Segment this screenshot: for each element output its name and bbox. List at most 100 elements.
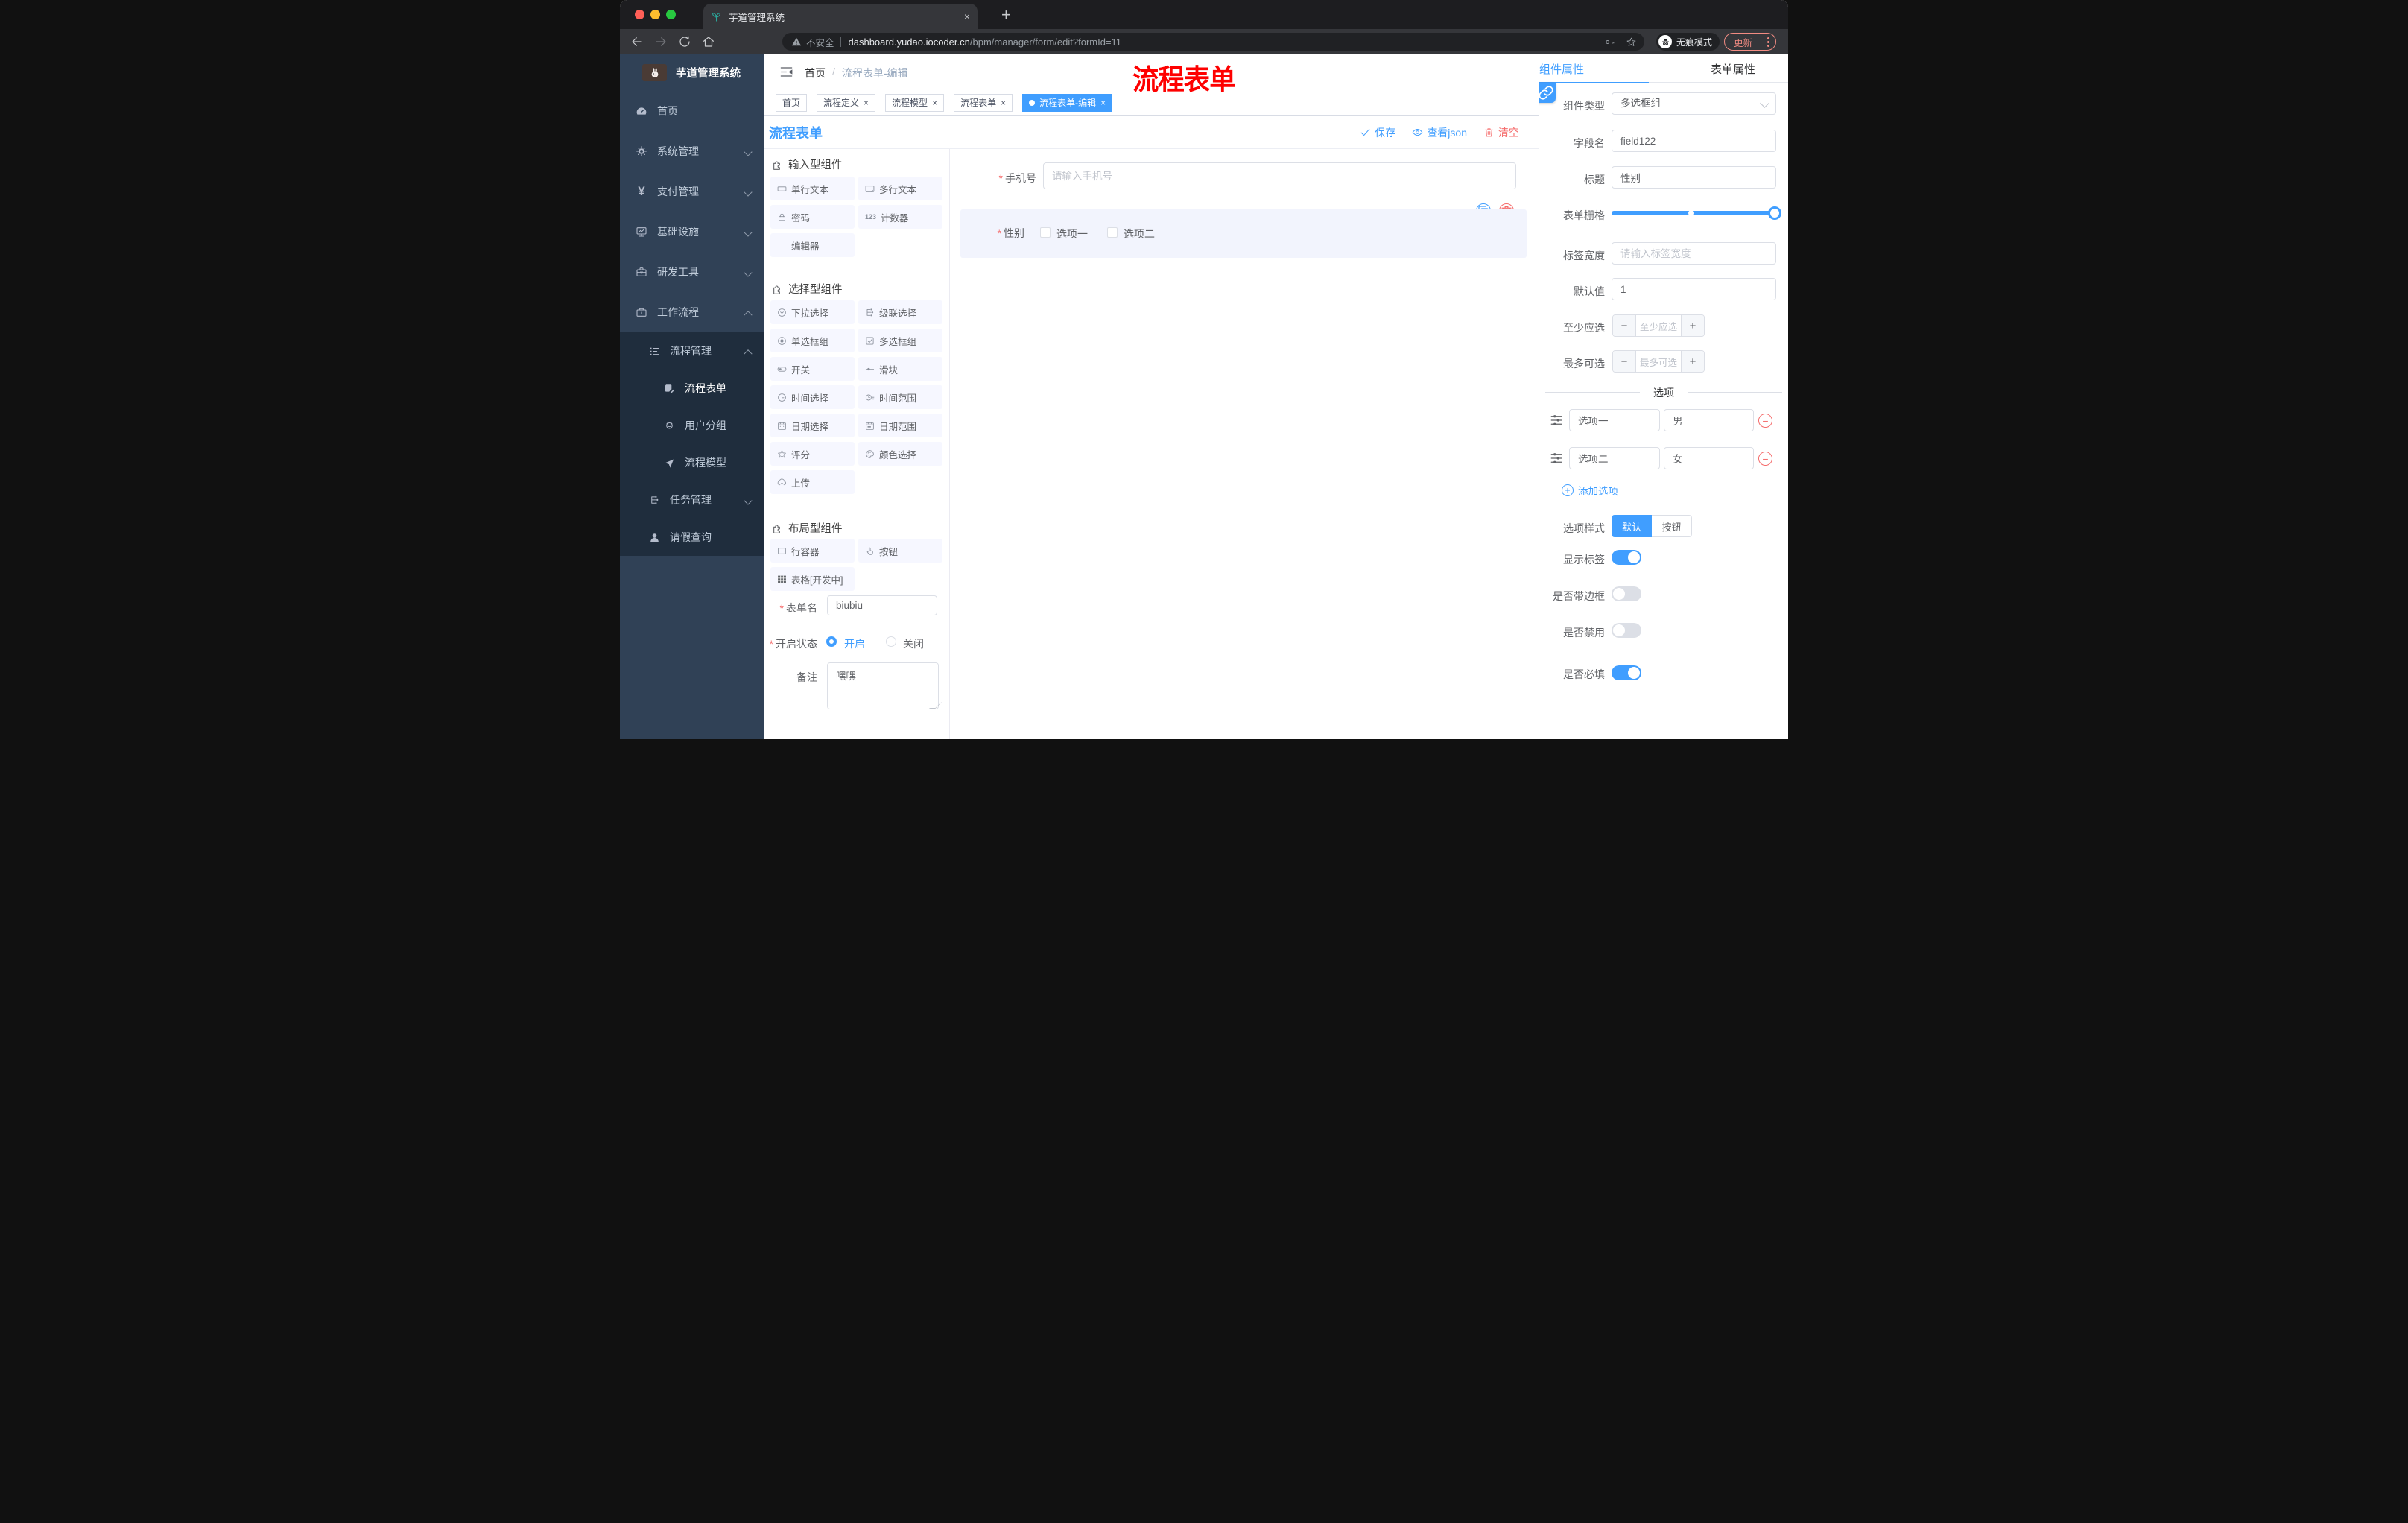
option1-checkbox[interactable] — [1040, 227, 1051, 238]
sidebar-item-system[interactable]: 系统管理 — [620, 131, 764, 171]
required-toggle[interactable] — [1612, 665, 1641, 680]
type-select[interactable]: 多选框组 — [1612, 92, 1776, 115]
component-date-picker[interactable]: 日期选择 — [770, 414, 855, 437]
window-zoom-button[interactable] — [666, 10, 676, 19]
clear-button[interactable]: 清空 — [1483, 125, 1519, 140]
browser-update-button[interactable]: 更新 — [1724, 33, 1776, 51]
close-icon[interactable]: × — [932, 98, 937, 108]
remove-option-button[interactable]: − — [1758, 414, 1772, 428]
max-select-input[interactable]: 最多可选 — [1636, 351, 1681, 372]
decrease-button[interactable]: − — [1613, 315, 1636, 336]
component-select[interactable]: 下拉选择 — [770, 300, 855, 324]
add-option-button[interactable]: + 添加选项 — [1562, 483, 1618, 498]
address-bar[interactable]: 不安全 dashboard.yudao.iocoder.cn/bpm/manag… — [782, 33, 1644, 51]
view-json-button[interactable]: 查看json — [1412, 125, 1467, 140]
sidebar-item-payment[interactable]: ¥ 支付管理 — [620, 171, 764, 212]
option2-checkbox[interactable] — [1107, 227, 1118, 238]
field-name-input[interactable] — [1612, 130, 1776, 152]
default-value-input[interactable] — [1612, 278, 1776, 300]
browser-menu-icon[interactable] — [1767, 37, 1769, 47]
component-table[interactable]: 表格[开发中] — [770, 567, 855, 591]
label-width-input[interactable] — [1612, 242, 1776, 265]
close-icon[interactable]: × — [864, 98, 869, 108]
breadcrumb-home[interactable]: 首页 — [805, 66, 826, 80]
back-icon[interactable] — [630, 35, 644, 48]
sidebar-item-task-mgmt[interactable]: 任务管理 — [620, 481, 764, 519]
component-time-range[interactable]: 时间范围 — [858, 385, 942, 409]
decrease-button[interactable]: − — [1613, 351, 1636, 372]
forward-icon[interactable] — [654, 35, 668, 48]
component-button[interactable]: 按钮 — [858, 539, 942, 563]
component-color-picker[interactable]: 颜色选择 — [858, 442, 942, 466]
tag-process-form-edit[interactable]: 流程表单-编辑 × — [1022, 93, 1113, 112]
selected-component[interactable]: * 性别 选项一 选项二 — [960, 209, 1527, 258]
sidebar-item-process-mgmt[interactable]: 流程管理 — [620, 332, 764, 370]
component-upload[interactable]: 上传 — [770, 470, 855, 494]
component-cascader[interactable]: 级联选择 — [858, 300, 942, 324]
component-checkbox-group[interactable]: 多选框组 — [858, 329, 942, 352]
border-toggle[interactable] — [1612, 586, 1641, 601]
component-date-range[interactable]: 日期范围 — [858, 414, 942, 437]
disabled-toggle[interactable] — [1612, 623, 1641, 638]
window-close-button[interactable] — [635, 10, 644, 19]
new-tab-button[interactable]: + — [1001, 5, 1011, 25]
option2-value-input[interactable] — [1664, 447, 1754, 469]
close-icon[interactable]: × — [1001, 98, 1006, 108]
reload-icon[interactable] — [678, 35, 691, 48]
form-name-input[interactable] — [827, 595, 937, 615]
option2-label[interactable]: 选项二 — [1124, 227, 1155, 241]
save-button[interactable]: 保存 — [1360, 125, 1395, 140]
phone-field-input[interactable] — [1043, 162, 1516, 189]
window-minimize-button[interactable] — [650, 10, 660, 19]
component-single-text[interactable]: 单行文本 — [770, 177, 855, 200]
component-rate[interactable]: 评分 — [770, 442, 855, 466]
hamburger-icon[interactable] — [779, 65, 793, 79]
component-multi-text[interactable]: 多行文本 — [858, 177, 942, 200]
drag-handle-icon[interactable] — [1550, 414, 1563, 427]
style-button-button[interactable]: 按钮 — [1652, 515, 1692, 537]
bookmark-star-icon[interactable] — [1626, 37, 1637, 48]
option2-label-input[interactable] — [1569, 447, 1660, 469]
increase-button[interactable]: + — [1681, 351, 1704, 372]
component-counter[interactable]: 123 计数器 — [858, 205, 942, 229]
remove-option-button[interactable]: − — [1758, 452, 1772, 466]
style-default-button[interactable]: 默认 — [1612, 515, 1652, 537]
component-switch[interactable]: 开关 — [770, 357, 855, 381]
component-editor[interactable]: 编辑器 — [770, 233, 855, 257]
sidebar-logo[interactable]: 芋道管理系统 — [620, 54, 764, 91]
slider-handle[interactable] — [1768, 206, 1781, 220]
option1-label-input[interactable] — [1569, 409, 1660, 431]
password-key-icon[interactable] — [1604, 37, 1615, 48]
status-on-radio[interactable] — [826, 636, 837, 647]
drag-handle-icon[interactable] — [1550, 452, 1563, 465]
component-password[interactable]: 密码 — [770, 205, 855, 229]
tag-process-form[interactable]: 流程表单 × — [954, 93, 1013, 112]
tab-form-props[interactable]: 表单属性 — [1682, 61, 1784, 77]
min-select-input[interactable]: 至少应选 — [1636, 315, 1681, 336]
sidebar-item-home[interactable]: 首页 — [620, 91, 764, 131]
component-radio-group[interactable]: 单选框组 — [770, 329, 855, 352]
status-on-label[interactable]: 开启 — [844, 636, 865, 651]
status-off-radio[interactable] — [886, 636, 896, 647]
status-off-label[interactable]: 关闭 — [903, 636, 924, 651]
title-input[interactable] — [1612, 166, 1776, 189]
component-slider[interactable]: 滑块 — [858, 357, 942, 381]
sidebar-item-workflow[interactable]: 工作流程 — [620, 292, 764, 332]
tab-close-icon[interactable]: × — [964, 11, 970, 22]
sidebar-item-user-group[interactable]: 用户分组 — [620, 407, 764, 444]
increase-button[interactable]: + — [1681, 315, 1704, 336]
sidebar-item-process-form[interactable]: 流程表单 — [620, 370, 764, 407]
grid-slider[interactable] — [1612, 206, 1781, 220]
home-icon[interactable] — [702, 35, 715, 48]
not-secure-label[interactable]: 不安全 — [806, 35, 834, 49]
component-time-picker[interactable]: 时间选择 — [770, 385, 855, 409]
sidebar-item-infra[interactable]: 基础设施 — [620, 212, 764, 252]
sidebar-item-leave-query[interactable]: 请假查询 — [620, 519, 764, 556]
form-remark-textarea[interactable]: 嘿嘿 — [827, 662, 939, 709]
tag-process-definition[interactable]: 流程定义 × — [817, 93, 876, 112]
component-row-container[interactable]: 行容器 — [770, 539, 855, 563]
tab-component-props[interactable]: 组件属性 — [1539, 61, 1642, 77]
option1-value-input[interactable] — [1664, 409, 1754, 431]
sidebar-item-process-model[interactable]: 流程模型 — [620, 444, 764, 481]
close-icon[interactable]: × — [1100, 98, 1106, 108]
